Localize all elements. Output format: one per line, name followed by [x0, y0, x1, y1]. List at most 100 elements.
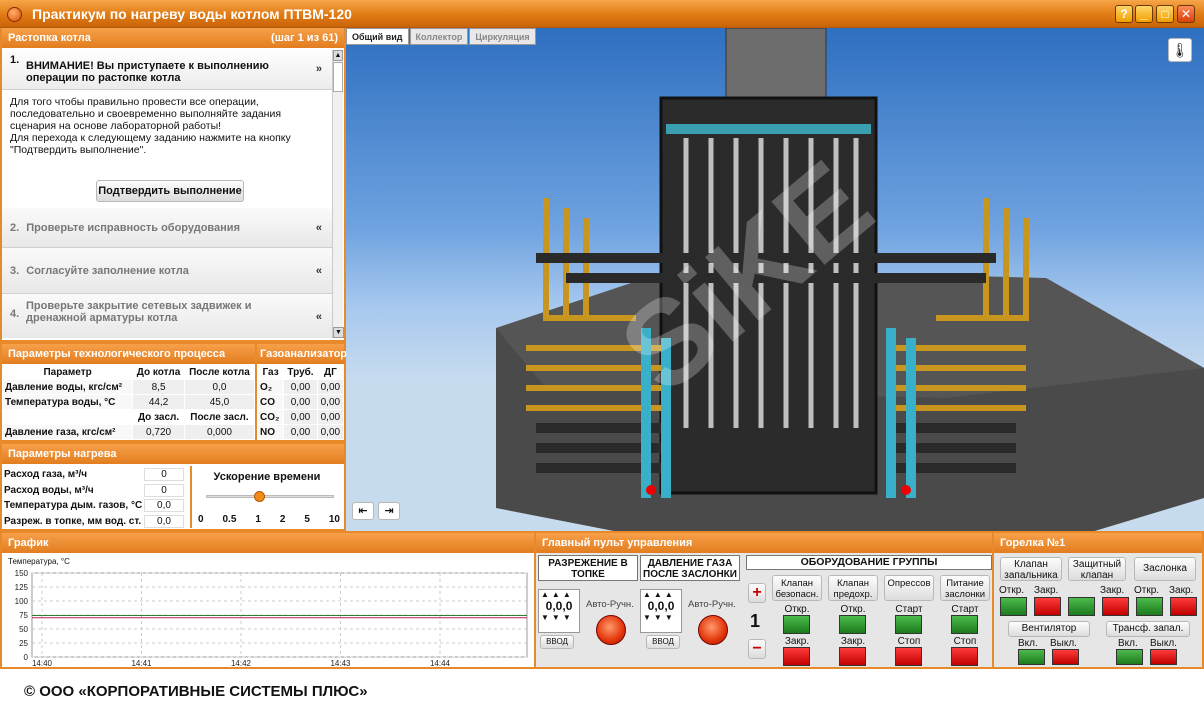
group-item-top-indicator[interactable]	[951, 615, 978, 634]
heat-row-water-flow: Расход воды, м³/ч 0	[2, 483, 188, 499]
group-item-bottom-label: Стоп	[953, 636, 977, 647]
view-tabs: Общий вид Коллектор Циркуляция	[346, 28, 537, 46]
vacuum-enter-button[interactable]: ВВОД	[540, 635, 574, 649]
vacuum-stepper[interactable]: ▲▲▲ 0,0,0 ▼▼▼	[538, 589, 580, 633]
step-item-4[interactable]: 4. Проверьте закрытие сетевых задвижек и…	[2, 294, 332, 338]
help-button[interactable]: ?	[1115, 5, 1133, 23]
damper-close-indicator[interactable]	[1170, 597, 1197, 616]
tab-collector[interactable]: Коллектор	[409, 28, 469, 45]
tick-label: 0	[198, 514, 204, 525]
col-param: Параметр	[1, 364, 134, 380]
maximize-button[interactable]: □	[1156, 5, 1174, 23]
fan-button[interactable]: Вентилятор	[1008, 621, 1090, 637]
gas-enter-button[interactable]: ВВОД	[646, 635, 680, 649]
graph-panel: График Температура, °C 150 125 100 75 50 25 0 1…	[0, 531, 536, 669]
prev-view-button[interactable]: ⇤	[352, 502, 374, 520]
process-params-title: Параметры технологического процесса	[2, 344, 255, 364]
gas-pressure-stepper[interactable]: ▲▲▲ 0,0,0 ▼▼▼	[640, 589, 682, 633]
minimize-button[interactable]: _	[1135, 5, 1153, 23]
water-flow-field[interactable]: 0	[144, 483, 184, 497]
group-item-button[interactable]: Клапан предохр.	[828, 575, 878, 601]
group-item-top-indicator[interactable]	[839, 615, 866, 634]
tab-circulation[interactable]: Циркуляция	[469, 28, 536, 45]
y-tick-label: 100	[15, 597, 29, 606]
tick-label: 5	[304, 514, 310, 525]
safety-open-indicator[interactable]	[1068, 597, 1095, 616]
confirm-button[interactable]: Подтвердить выполнение	[96, 180, 244, 202]
group-plus-button[interactable]: +	[748, 583, 766, 603]
safety-close-indicator[interactable]	[1102, 597, 1129, 616]
time-accel-title: Ускорение времени	[213, 471, 321, 483]
tick-label: 2	[279, 514, 286, 525]
group-item-button[interactable]: Опрессов	[884, 575, 934, 601]
steps-scrollbar[interactable]: ▲ ▼	[332, 50, 344, 338]
col-after: После котла	[183, 364, 256, 380]
group-item-bottom-indicator[interactable]	[951, 647, 978, 666]
group-item-top-indicator[interactable]	[783, 615, 810, 634]
heat-row-vacuum: Разреж. в топке, мм вод. ст. 0,0	[2, 514, 188, 530]
group-number: 1	[750, 611, 761, 631]
gas-flow-field[interactable]: 0	[144, 468, 184, 481]
burner-title: Горелка №1	[994, 533, 1202, 553]
process-params-table: Параметр До котла После котла Давление в…	[1, 364, 256, 440]
step-text: Согласуйте заполнение котла	[26, 265, 189, 277]
tab-general[interactable]: Общий вид	[346, 28, 409, 45]
pilot-open-indicator[interactable]	[1000, 597, 1027, 616]
group-minus-button[interactable]: −	[748, 639, 766, 659]
table-row: NO 0,00 0,00	[256, 424, 345, 440]
group-item-bottom-indicator[interactable]	[895, 647, 922, 666]
ignition-on-indicator[interactable]	[1116, 649, 1143, 665]
close-button[interactable]: ✕	[1177, 5, 1195, 23]
group-item-top-label: Откр.	[784, 604, 810, 615]
steps-list[interactable]: 1. ВНИМАНИЕ! Вы приступаете к выполнению…	[2, 48, 332, 338]
steps-header: Растопка котла (шаг 1 из 61)	[2, 28, 344, 48]
burner-panel: Горелка №1 Клапан запальника Защитный кл…	[992, 531, 1204, 669]
vacuum-field[interactable]: 0,0	[144, 514, 184, 528]
heat-row-gas-flow: Расход газа, м³/ч 0	[2, 467, 188, 483]
next-view-button[interactable]: ⇥	[378, 502, 400, 520]
fan-on-indicator[interactable]	[1018, 649, 1045, 665]
gas-mode-knob[interactable]	[698, 615, 728, 645]
step-item-2[interactable]: 2. Проверьте исправность оборудования «	[2, 208, 332, 248]
time-slider-track[interactable]	[206, 495, 334, 498]
group-equipment-block: ОБОРУДОВАНИЕ ГРУППЫ + 1 − Клапан безопас…	[746, 555, 992, 666]
y-tick-label: 150	[15, 569, 29, 578]
group-item-top-label: Старт	[951, 604, 979, 615]
heating-params-panel: Параметры нагрева Расход газа, м³/ч 0 Рас…	[0, 442, 346, 531]
main-control-panel: Главный пульт управления РАЗРЕЖЕНИЕ В ТО…	[534, 531, 994, 669]
copyright: © ООО «КОРПОРАТИВНЫЕ СИСТЕМЫ ПЛЮС»	[24, 683, 368, 700]
time-slider-thumb[interactable]	[254, 491, 265, 502]
scroll-down-icon[interactable]: ▼	[333, 327, 344, 338]
time-accel-box: Ускорение времени 0 0.5 1 2 5 10	[190, 466, 342, 528]
group-item-button[interactable]: Питание заслонки	[940, 575, 990, 601]
group-item-bottom-indicator[interactable]	[783, 647, 810, 666]
gas-analyzer-table: Газ Труб. ДГ O₂ 0,00 0,00 CO 0,00 0,00 CO₂ 0,…	[256, 364, 345, 440]
step-item-3[interactable]: 3. Согласуйте заполнение котла «	[2, 248, 332, 294]
group-item-bottom-indicator[interactable]	[839, 647, 866, 666]
ignition-off-indicator[interactable]	[1150, 649, 1177, 665]
x-tick-label: 14:44	[430, 659, 451, 667]
pilot-close-indicator[interactable]	[1034, 597, 1061, 616]
thermometer-icon[interactable]: 🌡	[1168, 38, 1192, 62]
gas-mode-label: Авто-Ручн.	[688, 599, 736, 610]
step-num: 3.	[10, 265, 20, 277]
safety-valve-button[interactable]: Защитный клапан	[1068, 557, 1126, 581]
group-item-button[interactable]: Клапан безопасн.	[772, 575, 822, 601]
step-text: Проверьте исправность оборудования	[26, 222, 240, 234]
steps-counter: (шаг 1 из 61)	[271, 32, 338, 44]
scroll-thumb[interactable]	[333, 62, 343, 92]
ignition-button[interactable]: Трансф. запал.	[1106, 621, 1190, 637]
group-item-top-indicator[interactable]	[895, 615, 922, 634]
flue-temp-field[interactable]: 0,0	[144, 499, 184, 512]
expand-icon: «	[315, 221, 322, 234]
boiler-3d-view[interactable]: SiKE ⇤ ⇥ 🌡	[346, 28, 1204, 531]
y-tick-label: 50	[19, 625, 28, 634]
vacuum-mode-knob[interactable]	[596, 615, 626, 645]
gas-analyzer-panel: Газоанализатор Газ Труб. ДГ O₂ 0,00 0,00 C…	[255, 342, 347, 442]
step-item-1[interactable]: 1. ВНИМАНИЕ! Вы приступаете к выполнению…	[2, 48, 332, 90]
scroll-up-icon[interactable]: ▲	[333, 50, 343, 61]
damper-button[interactable]: Заслонка	[1134, 557, 1196, 581]
damper-open-indicator[interactable]	[1136, 597, 1163, 616]
fan-off-indicator[interactable]	[1052, 649, 1079, 665]
pilot-valve-button[interactable]: Клапан запальника	[1000, 557, 1062, 581]
